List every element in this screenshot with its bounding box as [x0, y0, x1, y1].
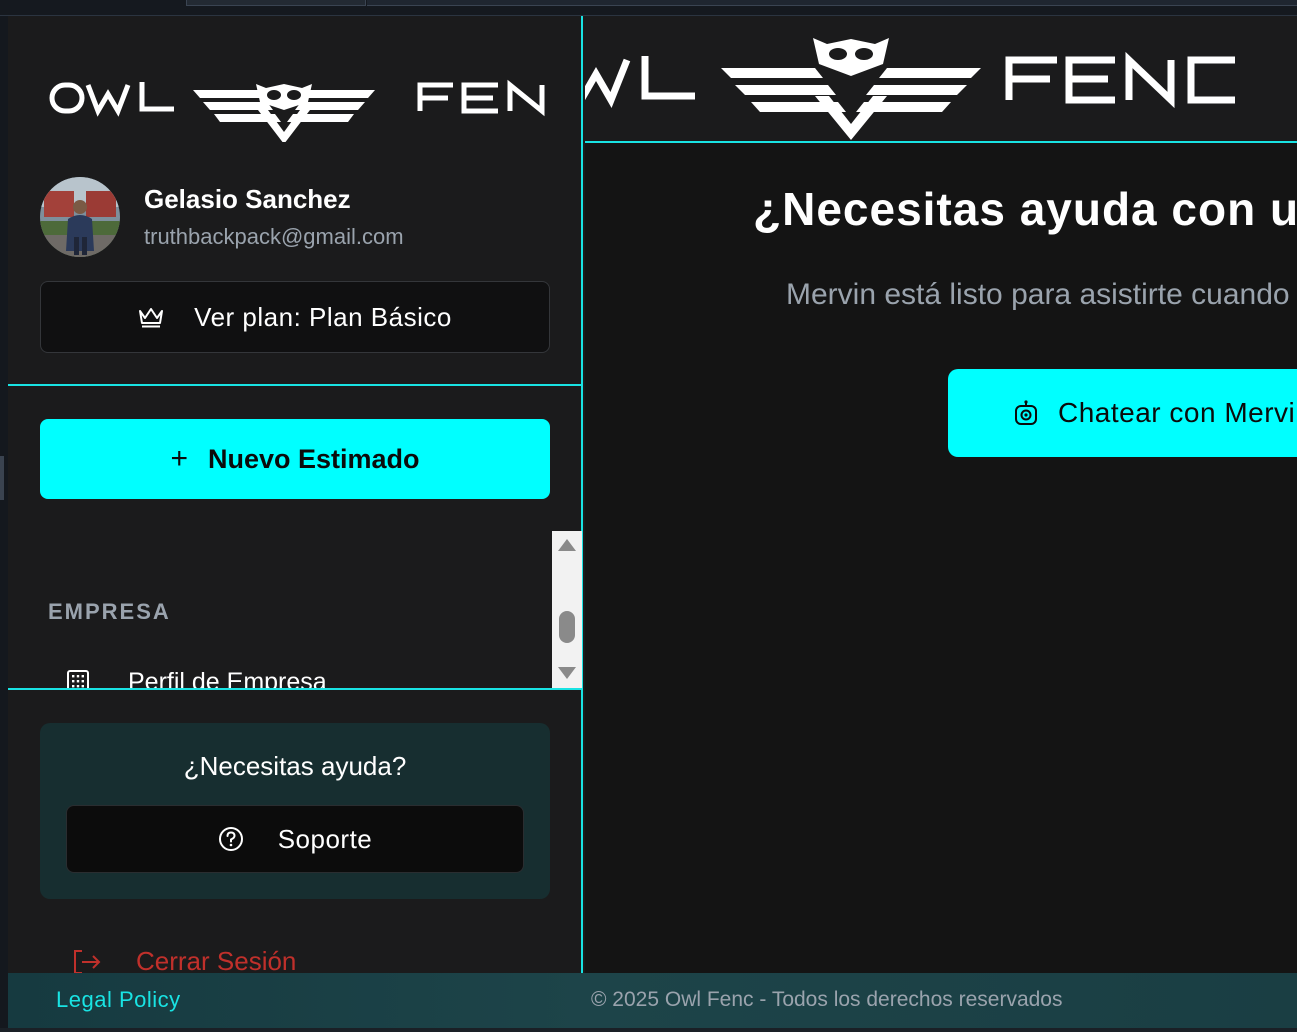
scroll-thumb[interactable]	[559, 611, 575, 643]
view-plan-button[interactable]: Ver plan: Plan Básico	[40, 281, 550, 353]
sidebar-logo[interactable]	[48, 62, 548, 144]
user-photo	[40, 177, 120, 257]
window-bottom-edge	[0, 1028, 1297, 1032]
copyright-text: © 2025 Owl Fenc - Todos los derechos res…	[591, 988, 1063, 1011]
header-logo[interactable]	[585, 34, 1245, 144]
window-edge-handle[interactable]	[0, 456, 4, 500]
help-title: ¿Necesitas ayuda?	[183, 751, 407, 781]
legal-policy-link[interactable]: Legal Policy	[56, 987, 181, 1013]
sidebar-divider	[8, 384, 583, 386]
owl-fenc-logo-icon	[585, 38, 1235, 140]
browser-tab-strip	[0, 0, 1297, 16]
section-title-empresa: EMPRESA	[48, 599, 171, 624]
support-button[interactable]: Soporte	[66, 805, 524, 873]
view-plan-label: Ver plan: Plan Básico	[194, 301, 452, 332]
new-estimate-button[interactable]: + Nuevo Estimado	[40, 419, 550, 499]
new-estimate-label: Nuevo Estimado	[207, 443, 420, 474]
avatar[interactable]	[40, 177, 120, 257]
chat-button-label: Chatear con Mervin	[1058, 397, 1297, 428]
logout-icon	[72, 949, 102, 975]
scroll-up-arrow-icon[interactable]	[558, 539, 576, 551]
sidebar: Gelasio Sanchez truthbackpack@gmail.com …	[8, 16, 583, 976]
support-label: Soporte	[277, 823, 373, 854]
sidebar-divider	[8, 688, 583, 690]
owl-fenc-logo-icon	[49, 79, 545, 144]
main-subtitle: Mervin está listo para asistirte cuando	[786, 278, 1290, 311]
plus-icon: +	[170, 442, 188, 475]
sidebar-item-company-profile[interactable]: Perfil de Empresa	[66, 668, 327, 689]
browser-tab[interactable]	[186, 0, 366, 6]
footer: Legal Policy © 2025 Owl Fenc - Todos los…	[8, 973, 1297, 1028]
app-window: Gelasio Sanchez truthbackpack@gmail.com …	[0, 0, 1297, 1032]
crown-icon	[138, 306, 164, 328]
sidebar-scrollbar[interactable]	[552, 531, 582, 688]
user-email: truthbackpack@gmail.com	[144, 224, 404, 249]
building-icon	[66, 670, 90, 689]
chat-with-mervin-button[interactable]: Chatear con Mervin	[948, 369, 1297, 457]
help-card: ¿Necesitas ayuda? Soporte	[40, 723, 550, 899]
main-title: ¿Necesitas ayuda con un	[753, 183, 1297, 235]
main-header	[585, 16, 1297, 143]
help-circle-icon	[218, 826, 244, 852]
sidebar-item-label: Perfil de Empresa	[128, 668, 327, 689]
browser-tab-bar	[367, 0, 1297, 6]
left-window-edge	[0, 16, 8, 1032]
main-content: ¿Necesitas ayuda con un Mervin está list…	[585, 16, 1297, 973]
scroll-down-arrow-icon[interactable]	[558, 667, 576, 679]
user-name: Gelasio Sanchez	[144, 184, 351, 214]
bot-icon	[1014, 400, 1038, 426]
